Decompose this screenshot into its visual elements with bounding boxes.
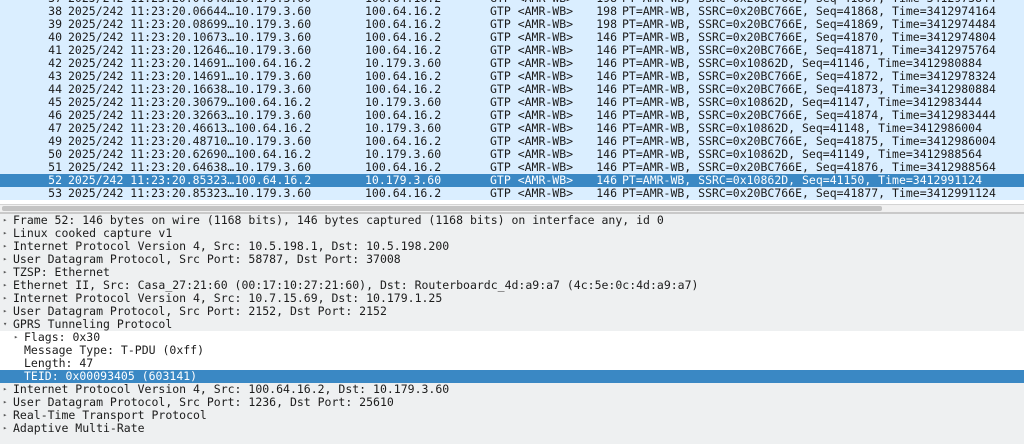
scrollbar-thumb[interactable]	[2, 206, 882, 211]
triangle-right-icon[interactable]: ▸	[3, 266, 11, 279]
horizontal-scrollbar[interactable]	[0, 204, 1024, 212]
triangle-right-icon[interactable]: ▸	[3, 279, 11, 292]
triangle-right-icon[interactable]: ▸	[3, 214, 11, 227]
triangle-right-icon[interactable]: ▸	[3, 253, 11, 266]
triangle-right-icon[interactable]: ▸	[14, 331, 22, 344]
packet-src-cell: 10.179.3.60	[235, 186, 312, 200]
detail-row[interactable]: Message Type: T-PDU (0xff)	[0, 344, 1024, 357]
triangle-right-icon[interactable]: ▸	[3, 396, 11, 409]
triangle-down-icon[interactable]: ▾	[3, 318, 11, 331]
packet-dst-cell: 100.64.16.2	[365, 186, 442, 200]
triangle-right-icon[interactable]: ▸	[3, 422, 11, 435]
triangle-right-icon[interactable]: ▸	[3, 383, 11, 396]
triangle-right-icon[interactable]: ▸	[3, 240, 11, 253]
packet-no-cell: 53	[48, 186, 62, 200]
packet-info-cell: PT=AMR-WB, SSRC=0x20BC766E, Seq=41877, T…	[622, 186, 996, 200]
packet-len-cell: 146	[596, 186, 617, 200]
detail-row[interactable]: ▾ GPRS Tunneling Protocol	[0, 318, 1024, 331]
packet-row[interactable]: 53 2025/242 11:23:20.85323… 10.179.3.60 100…	[0, 187, 1024, 200]
detail-row[interactable]: ▸ Real-Time Transport Protocol	[0, 409, 1024, 422]
packet-details-tree[interactable]: ▸ Frame 52: 146 bytes on wire (1168 bits)…	[0, 214, 1024, 444]
triangle-right-icon[interactable]: ▸	[3, 409, 11, 422]
triangle-right-icon[interactable]: ▸	[3, 292, 11, 305]
packet-rows: 372025/242 11:23:20.04640…10.179.3.60100…	[0, 0, 1024, 200]
packet-proto-cell: GTP <AMR-WB>	[490, 186, 574, 200]
detail-text: Adaptive Multi-Rate	[13, 421, 145, 435]
triangle-right-icon[interactable]: ▸	[3, 305, 11, 318]
detail-row[interactable]: ▸ User Datagram Protocol, Src Port: 58787…	[0, 253, 1024, 266]
triangle-right-icon[interactable]: ▸	[3, 227, 11, 240]
detail-row[interactable]: ▸ Adaptive Multi-Rate	[0, 422, 1024, 435]
packet-list[interactable]: 372025/242 11:23:20.04640…10.179.3.60100…	[0, 0, 1024, 204]
packet-time-cell: 2025/242 11:23:20.85323…	[68, 186, 235, 200]
